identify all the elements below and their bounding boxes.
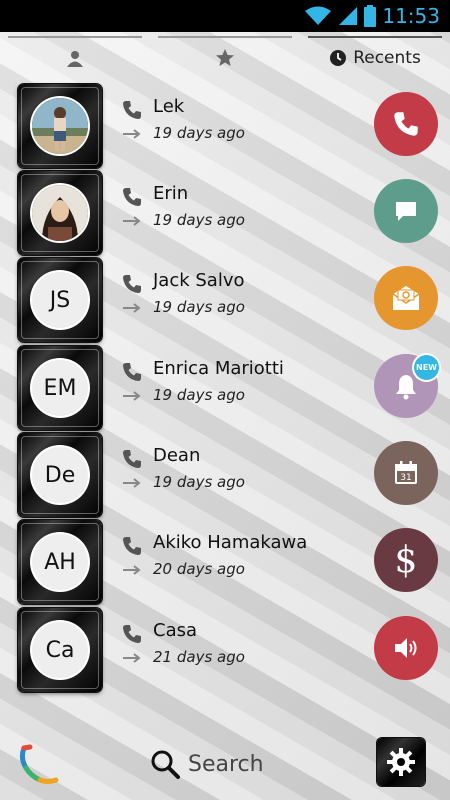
outgoing-arrow-icon: [123, 478, 141, 488]
calendar-day: 31: [400, 473, 411, 483]
recent-call-row[interactable]: EM Enrica Mariotti 19 days ago: [0, 346, 450, 433]
call-time: 20 days ago: [153, 560, 245, 578]
signal-icon: [339, 7, 358, 25]
calendar-button[interactable]: 31: [374, 441, 438, 505]
tab-recents[interactable]: Recents: [300, 32, 450, 84]
recent-call-row[interactable]: Erin 19 days ago: [0, 171, 450, 258]
settings-button[interactable]: [377, 738, 425, 786]
contact-name: Enrica Mariotti: [153, 358, 284, 379]
email-button[interactable]: [374, 266, 438, 330]
bell-icon: [396, 375, 416, 400]
avatar-frame: [18, 84, 102, 168]
phone-icon: [123, 101, 141, 119]
message-icon: [396, 202, 416, 221]
contact-name: Lek: [153, 96, 185, 117]
tab-label: Recents: [353, 48, 421, 68]
outgoing-arrow-icon: [123, 653, 141, 663]
phone-icon: [123, 450, 141, 468]
person-icon: [67, 51, 83, 67]
outgoing-arrow-icon: [123, 303, 141, 313]
search-button[interactable]: Search: [150, 746, 264, 782]
recent-call-row[interactable]: Lek 19 days ago: [0, 84, 450, 171]
email-icon: [392, 286, 420, 310]
tab-bar: Recents: [0, 32, 450, 84]
avatar-frame: Ca: [18, 608, 102, 692]
outgoing-arrow-icon: [123, 216, 141, 226]
recent-call-row[interactable]: JS Jack Salvo 19 days ago: [0, 258, 450, 345]
contact-name: Casa: [153, 620, 198, 641]
recent-call-row[interactable]: Ca Casa 21 days ago: [0, 608, 450, 695]
call-time: 19 days ago: [153, 211, 245, 229]
tab-indicator: [8, 36, 142, 38]
avatar-initials: De: [32, 447, 88, 503]
dollar-icon: $: [394, 539, 418, 581]
call-time: 19 days ago: [153, 473, 245, 491]
phone-icon: [394, 112, 418, 136]
gear-icon: [387, 748, 415, 776]
avatar-frame: EM: [18, 346, 102, 430]
star-icon: [216, 49, 234, 66]
payment-button[interactable]: $: [374, 528, 438, 592]
avatar-photo: [32, 185, 88, 241]
call-time: 19 days ago: [153, 124, 245, 142]
phone-icon: [123, 363, 141, 381]
new-badge: NEW: [414, 355, 439, 380]
avatar-initials: JS: [32, 272, 88, 328]
dialer-app-logo[interactable]: [18, 744, 60, 786]
status-icons: 11:53: [304, 0, 440, 32]
avatar-frame: JS: [18, 258, 102, 342]
call-button[interactable]: [374, 92, 438, 156]
avatar-initials: EM: [32, 360, 88, 416]
status-bar: 11:53: [0, 0, 450, 32]
wifi-icon: [305, 6, 332, 25]
message-button[interactable]: [374, 179, 438, 243]
search-icon: [151, 750, 180, 779]
clock-icon: [330, 50, 347, 66]
calendar-icon: 31: [395, 461, 417, 484]
outgoing-arrow-icon: [123, 391, 141, 401]
phone-icon: [123, 275, 141, 293]
call-time: 19 days ago: [153, 298, 245, 316]
avatar-initials: Ca: [32, 622, 88, 678]
search-label: Search: [188, 751, 264, 777]
avatar-frame: De: [18, 433, 102, 517]
call-time: 21 days ago: [153, 648, 245, 666]
outgoing-arrow-icon: [123, 565, 141, 575]
tab-favorites[interactable]: [150, 32, 300, 84]
tab-contacts[interactable]: [0, 32, 150, 84]
outgoing-arrow-icon: [123, 129, 141, 139]
call-time: 19 days ago: [153, 386, 245, 404]
recent-call-row[interactable]: De Dean 19 days ago 31: [0, 433, 450, 520]
tab-indicator: [308, 36, 442, 38]
phone-icon: [123, 537, 141, 555]
phone-icon: [123, 188, 141, 206]
contact-name: Erin: [153, 183, 189, 204]
avatar-frame: AH: [18, 520, 102, 604]
phone-icon: [123, 625, 141, 643]
contact-name: Dean: [153, 445, 201, 466]
contact-name: Akiko Hamakawa: [153, 532, 308, 553]
recent-call-row[interactable]: AH Akiko Hamakawa 20 days ago $: [0, 520, 450, 607]
speaker-icon: [395, 638, 417, 658]
avatar-photo: [32, 98, 88, 154]
tab-indicator: [158, 36, 292, 38]
battery-icon: [364, 5, 377, 27]
bottom-bar: Search: [0, 728, 450, 800]
avatar-frame: [18, 171, 102, 255]
avatar-initials: AH: [32, 534, 88, 590]
status-time: 11:53: [382, 4, 440, 28]
contact-name: Jack Salvo: [153, 270, 245, 291]
volume-button[interactable]: [374, 616, 438, 680]
